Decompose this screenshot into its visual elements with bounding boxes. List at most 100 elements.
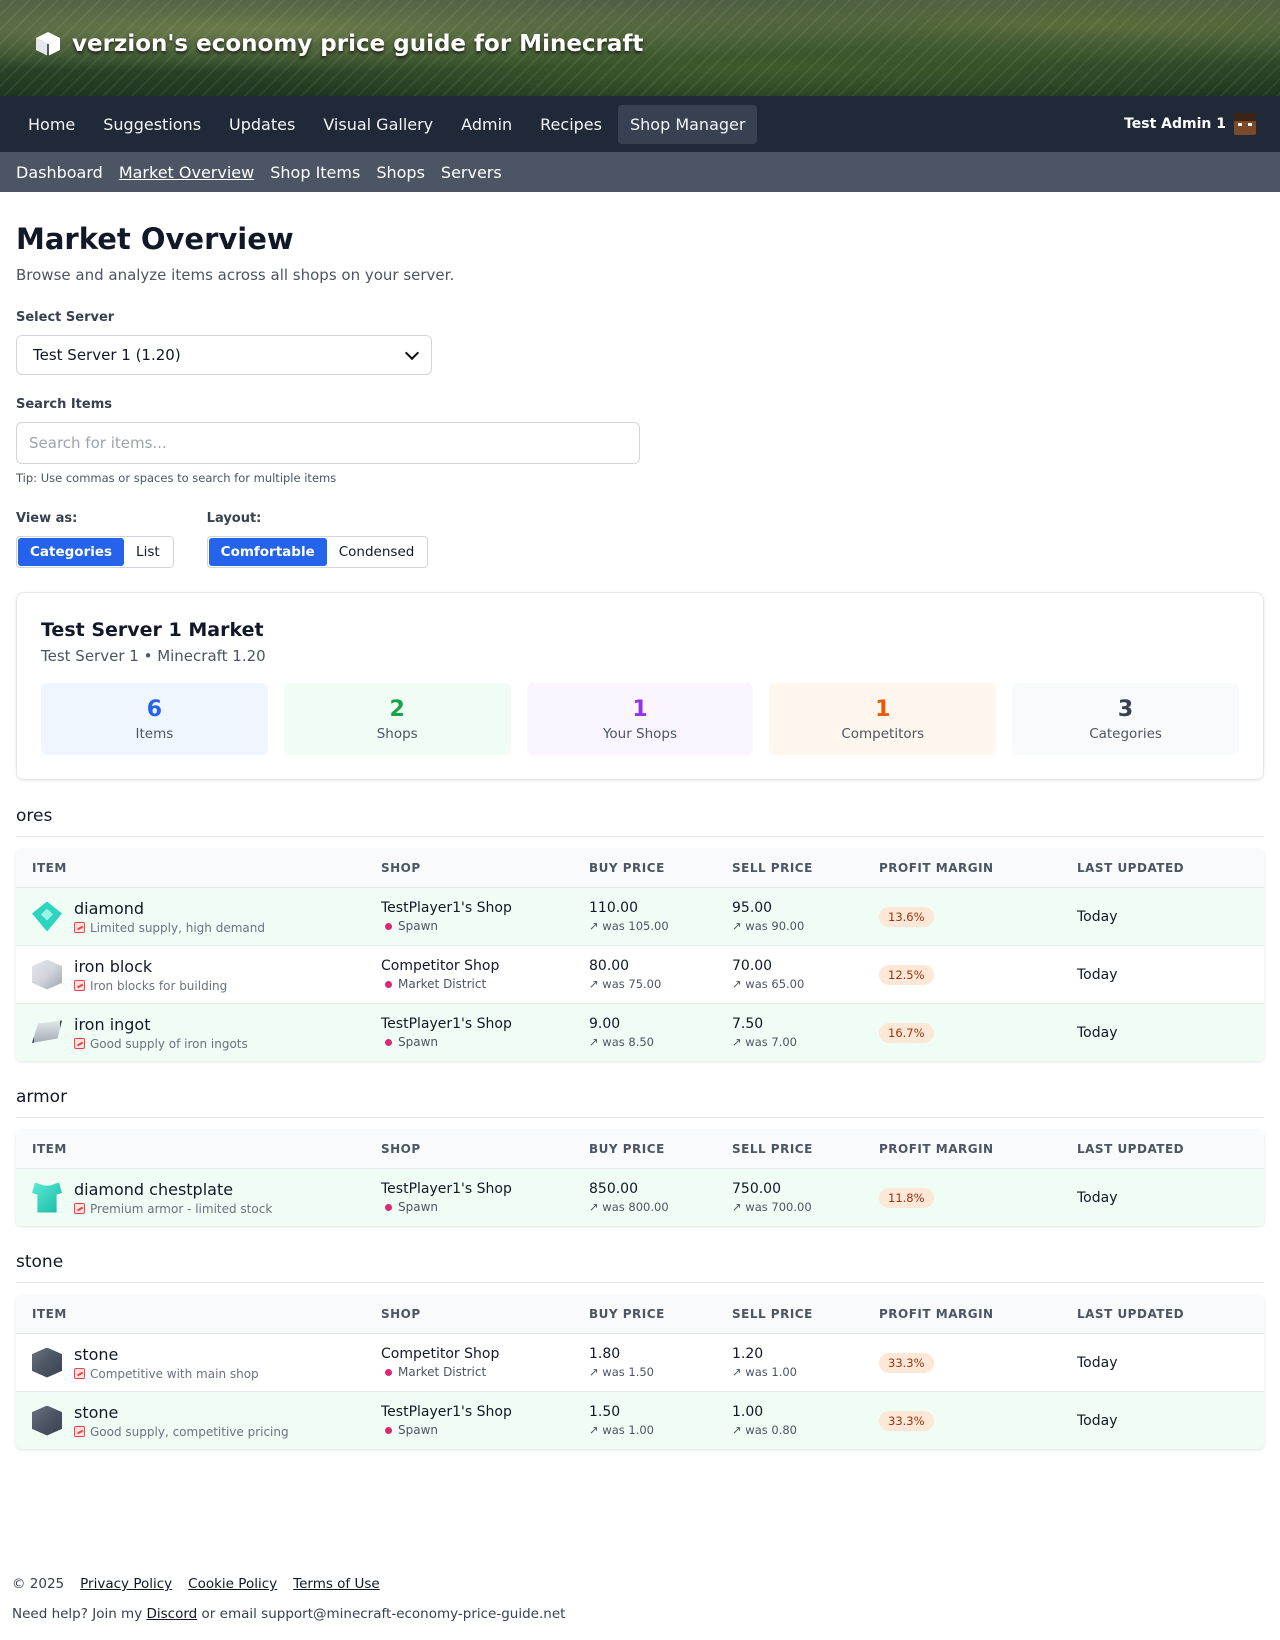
- diamond-icon: [32, 901, 62, 932]
- column-header-buy[interactable]: BUY PRICE: [589, 1142, 732, 1156]
- item-cell: stone Good supply, competitive pricing: [16, 1403, 381, 1439]
- shop-name[interactable]: TestPlayer1's Shop: [381, 1181, 589, 1197]
- table-row[interactable]: diamond Limited supply, high demand TestPl…: [16, 887, 1264, 945]
- note-icon: [74, 1426, 85, 1437]
- column-header-shop[interactable]: SHOP: [381, 1307, 589, 1321]
- subnav-item-shop-items[interactable]: Shop Items: [270, 163, 360, 182]
- nav-item-updates[interactable]: Updates: [217, 105, 307, 144]
- comfortable-button[interactable]: Comfortable: [208, 538, 327, 566]
- column-header-item[interactable]: ITEM: [16, 1307, 381, 1321]
- search-input[interactable]: [16, 422, 640, 464]
- column-header-sell[interactable]: SELL PRICE: [732, 1307, 879, 1321]
- shop-location-text: Spawn: [398, 1035, 439, 1049]
- column-header-margin[interactable]: PROFIT MARGIN: [879, 1307, 1077, 1321]
- note-icon: [74, 1368, 85, 1379]
- item-note: Premium armor - limited stock: [74, 1202, 272, 1216]
- sell-price-cell: 70.00 ↗ was 65.00: [732, 958, 879, 991]
- item-text: iron ingot Good supply of iron ingots: [74, 1015, 248, 1051]
- column-header-sell[interactable]: SELL PRICE: [732, 861, 879, 875]
- user-menu[interactable]: Test Admin 1: [1124, 113, 1264, 135]
- list-button[interactable]: List: [124, 538, 172, 566]
- item-text: diamond chestplate Premium armor - limite…: [74, 1180, 272, 1216]
- location-pin-icon: [385, 922, 392, 930]
- cookie-policy-link[interactable]: Cookie Policy: [188, 1576, 277, 1592]
- table-row[interactable]: stone Competitive with main shop Competito…: [16, 1333, 1264, 1391]
- column-header-item[interactable]: ITEM: [16, 861, 381, 875]
- last-updated-cell: Today: [1077, 1413, 1264, 1429]
- server-select[interactable]: Test Server 1 (1.20): [16, 335, 432, 375]
- nav-item-suggestions[interactable]: Suggestions: [91, 105, 213, 144]
- last-updated-cell: Today: [1077, 967, 1264, 983]
- table-row[interactable]: diamond chestplate Premium armor - limite…: [16, 1168, 1264, 1226]
- buy-price: 1.80: [589, 1346, 621, 1362]
- item-name[interactable]: diamond chestplate: [74, 1180, 272, 1199]
- table-row[interactable]: stone Good supply, competitive pricing Tes…: [16, 1391, 1264, 1449]
- nav-item-admin[interactable]: Admin: [449, 105, 524, 144]
- category-title: armor: [16, 1087, 1264, 1118]
- shop-name[interactable]: TestPlayer1's Shop: [381, 1016, 589, 1032]
- sell-price: 70.00: [732, 958, 773, 974]
- shop-location: Market District: [381, 977, 589, 991]
- help-prefix: Need help? Join my: [12, 1606, 143, 1622]
- shop-location-text: Spawn: [398, 1200, 439, 1214]
- buy-price-previous: ↗ was 1.50: [589, 1365, 654, 1379]
- subnav-item-dashboard[interactable]: Dashboard: [16, 163, 103, 182]
- subnav-item-servers[interactable]: Servers: [441, 163, 502, 182]
- last-updated-cell: Today: [1077, 1355, 1264, 1371]
- column-header-sell[interactable]: SELL PRICE: [732, 1142, 879, 1156]
- buy-price-previous: ↗ was 1.00: [589, 1423, 654, 1437]
- site-title[interactable]: verzion's economy price guide for Minecr…: [34, 30, 643, 58]
- footer-help: Need help? Join my Discord or email supp…: [12, 1606, 565, 1622]
- column-header-shop[interactable]: SHOP: [381, 1142, 589, 1156]
- sell-price-previous: ↗ was 90.00: [732, 919, 805, 933]
- column-header-buy[interactable]: BUY PRICE: [589, 861, 732, 875]
- profit-margin-cell: 33.3%: [879, 1352, 1077, 1373]
- shop-location-text: Market District: [398, 977, 487, 991]
- column-header-shop[interactable]: SHOP: [381, 861, 589, 875]
- item-name[interactable]: stone: [74, 1345, 259, 1364]
- table-row[interactable]: iron ingot Good supply of iron ingots Test…: [16, 1003, 1264, 1061]
- table-row[interactable]: iron block Iron blocks for building Compet…: [16, 945, 1264, 1003]
- nav-item-recipes[interactable]: Recipes: [528, 105, 614, 144]
- condensed-button[interactable]: Condensed: [327, 538, 427, 566]
- subnav-item-market-overview[interactable]: Market Overview: [119, 163, 254, 182]
- column-header-updated[interactable]: LAST UPDATED: [1077, 861, 1264, 875]
- last-updated: Today: [1077, 1354, 1118, 1371]
- nav-item-home[interactable]: Home: [16, 105, 87, 144]
- shop-name[interactable]: Competitor Shop: [381, 1346, 589, 1362]
- site-title-text: verzion's economy price guide for Minecr…: [72, 31, 644, 57]
- privacy-policy-link[interactable]: Privacy Policy: [80, 1576, 172, 1592]
- cube-icon: [36, 32, 60, 56]
- view-as-label: View as:: [16, 511, 78, 526]
- shop-name[interactable]: Competitor Shop: [381, 958, 589, 974]
- help-suffix: or email support@minecraft-economy-price…: [201, 1606, 566, 1622]
- shop-name[interactable]: TestPlayer1's Shop: [381, 1404, 589, 1420]
- stone-icon: [32, 1405, 62, 1436]
- item-note: Good supply of iron ingots: [74, 1037, 248, 1051]
- layout-buttons: Comfortable Condensed: [206, 536, 429, 568]
- categories-button[interactable]: Categories: [18, 538, 125, 566]
- column-header-margin[interactable]: PROFIT MARGIN: [879, 861, 1077, 875]
- column-header-updated[interactable]: LAST UPDATED: [1077, 1142, 1264, 1156]
- discord-link[interactable]: Discord: [147, 1606, 198, 1622]
- profit-margin-cell: 11.8%: [879, 1187, 1077, 1208]
- subnav-item-shops[interactable]: Shops: [376, 163, 425, 182]
- nav-item-shop-manager[interactable]: Shop Manager: [617, 104, 758, 144]
- sell-price-cell: 1.00 ↗ was 0.80: [732, 1404, 879, 1437]
- buy-price: 850.00: [589, 1181, 638, 1197]
- item-name[interactable]: iron ingot: [74, 1015, 248, 1034]
- item-name[interactable]: iron block: [74, 957, 227, 976]
- shop-name[interactable]: TestPlayer1's Shop: [381, 900, 589, 916]
- column-header-item[interactable]: ITEM: [16, 1142, 381, 1156]
- terms-of-use-link[interactable]: Terms of Use: [293, 1576, 380, 1592]
- buy-price-previous: ↗ was 8.50: [589, 1035, 654, 1049]
- shop-cell: TestPlayer1's Shop Spawn: [381, 1404, 589, 1437]
- nav-item-visual-gallery[interactable]: Visual Gallery: [311, 105, 445, 144]
- column-header-updated[interactable]: LAST UPDATED: [1077, 1307, 1264, 1321]
- item-name[interactable]: stone: [74, 1403, 289, 1422]
- sell-price-previous: ↗ was 7.00: [732, 1035, 797, 1049]
- column-header-margin[interactable]: PROFIT MARGIN: [879, 1142, 1077, 1156]
- column-header-buy[interactable]: BUY PRICE: [589, 1307, 732, 1321]
- item-name[interactable]: diamond: [74, 899, 265, 918]
- layout-label: Layout:: [206, 511, 262, 526]
